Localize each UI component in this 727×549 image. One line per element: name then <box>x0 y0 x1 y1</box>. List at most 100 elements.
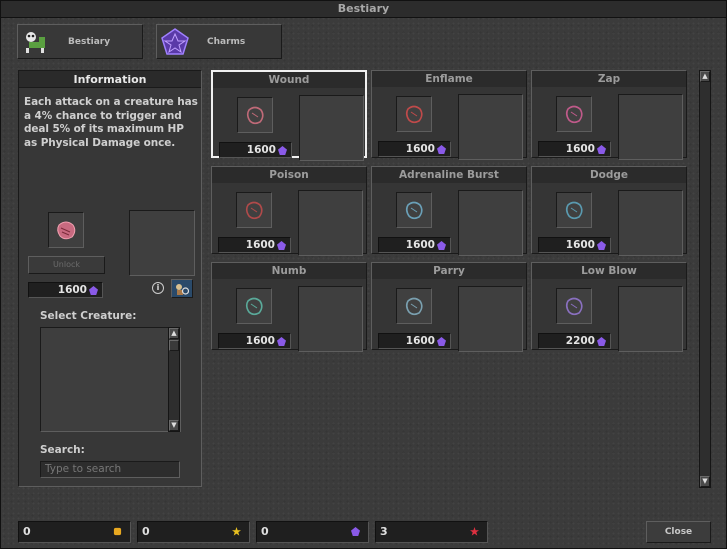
charm-card-zap[interactable]: Zap 1600 <box>531 70 687 160</box>
bestiary-tab-button[interactable]: Bestiary <box>17 24 143 59</box>
charm-point-icon <box>597 336 606 346</box>
enflame-charm-icon <box>405 105 423 124</box>
scroll-up-arrow-icon[interactable]: ▲ <box>169 328 179 339</box>
charm-card-low-blow[interactable]: Low Blow 2200 <box>531 262 687 352</box>
charms-tab-button[interactable]: Charms <box>156 24 282 59</box>
charm-creature-slot <box>458 190 523 256</box>
charm-price-value: 1600 <box>245 335 275 347</box>
creature-preview-slot <box>129 210 195 276</box>
close-button[interactable]: Close <box>646 521 711 543</box>
charm-card-wound[interactable]: Wound 1600 <box>211 70 367 161</box>
charms-grid: Wound 1600 Enflame 1600 Zap 1600 Poison 1600 Adr… <box>206 65 712 489</box>
charm-creature-slot <box>458 286 523 352</box>
charm-name: Adrenaline Burst <box>372 167 526 183</box>
star-icon <box>232 527 241 536</box>
charm-price: 1600 <box>378 333 451 349</box>
charm-price: 1600 <box>538 141 611 157</box>
search-label: Search: <box>40 444 85 456</box>
charm-icon-slot <box>556 288 592 324</box>
charm-icon-slot <box>236 288 272 324</box>
charm-icon-slot <box>236 192 272 228</box>
scroll-thumb[interactable] <box>169 340 179 351</box>
charm-price-value: 1600 <box>246 144 276 156</box>
gold-resource: 0 <box>18 521 131 543</box>
search-input[interactable]: Type to search <box>40 461 180 478</box>
charm-name: Low Blow <box>532 263 686 279</box>
numb-charm-icon <box>245 297 263 316</box>
charm-card-parry[interactable]: Parry 1600 <box>371 262 527 352</box>
charm-price: 1600 <box>538 237 611 253</box>
information-header: Information <box>19 71 201 88</box>
charm-creature-slot <box>618 286 683 352</box>
poison-charm-icon <box>245 201 263 220</box>
charm-icon-slot <box>237 97 273 133</box>
charm-price: 1600 <box>218 333 291 349</box>
charm-point-icon <box>351 527 360 536</box>
charm-price-value: 1600 <box>565 143 595 155</box>
creature-list[interactable] <box>40 327 181 432</box>
window-title: Bestiary <box>1 1 726 18</box>
charms-grid-scrollbar[interactable]: ▲ ▼ <box>699 70 711 488</box>
charm-card-numb[interactable]: Numb 1600 <box>211 262 367 352</box>
creature-filter-button[interactable] <box>171 279 193 298</box>
charm-price-value: 1600 <box>405 335 435 347</box>
charm-card-enflame[interactable]: Enflame 1600 <box>371 70 527 160</box>
charm-name: Poison <box>212 167 366 183</box>
charm-creature-slot <box>298 190 363 256</box>
charm-price-value: 1600 <box>405 143 435 155</box>
charm-price: 1600 <box>378 141 451 157</box>
creature-list-scrollbar[interactable]: ▲ ▼ <box>168 327 180 432</box>
adrenaline-burst-charm-icon <box>405 201 423 220</box>
red-star-resource: 3 <box>375 521 488 543</box>
unlock-button[interactable]: Unlock <box>28 256 105 274</box>
red-star-value: 3 <box>380 525 388 538</box>
charms-tab-label: Charms <box>207 36 246 47</box>
charm-price: 1600 <box>219 142 292 158</box>
charm-icon-slot <box>396 288 432 324</box>
charm-creature-slot <box>618 94 683 160</box>
low-blow-charm-icon <box>565 297 583 316</box>
scroll-down-arrow-icon[interactable]: ▼ <box>169 420 179 431</box>
charm-point-icon <box>277 336 286 346</box>
charm-point-icon <box>597 240 606 250</box>
charm-point-icon <box>437 240 446 250</box>
charm-name: Parry <box>372 263 526 279</box>
charm-price-value: 1600 <box>405 239 435 251</box>
charm-name: Enflame <box>372 71 526 87</box>
gold-value: 0 <box>23 525 31 538</box>
charm-icon-slot <box>396 96 432 132</box>
dodge-charm-icon <box>565 201 583 220</box>
charm-point-icon <box>597 144 606 154</box>
charm-price: 2200 <box>538 333 611 349</box>
charm-creature-slot <box>618 190 683 256</box>
zap-charm-icon <box>565 105 583 124</box>
grid-scroll-up-arrow-icon[interactable]: ▲ <box>700 71 710 82</box>
creature-filter-icon <box>176 283 190 295</box>
charm-price-value: 1600 <box>565 239 595 251</box>
grid-scroll-down-arrow-icon[interactable]: ▼ <box>700 476 710 487</box>
charm-price-value: 2200 <box>565 335 595 347</box>
charm-price-value: 1600 <box>245 239 275 251</box>
charm-icon-slot <box>396 192 432 228</box>
charm-point-icon <box>89 285 98 295</box>
gold-coin-icon <box>113 527 122 536</box>
charm-card-adrenaline-burst[interactable]: Adrenaline Burst 1600 <box>371 166 527 256</box>
charm-points-resource: 0 <box>256 521 369 543</box>
charm-points-value: 0 <box>261 525 269 538</box>
purple-pentagram-icon <box>157 25 193 58</box>
charm-point-icon <box>437 336 446 346</box>
charm-card-poison[interactable]: Poison 1600 <box>211 166 367 256</box>
information-panel: Information Each attack on a creature ha… <box>18 70 202 487</box>
wound-charm-icon <box>57 221 76 240</box>
charm-icon-slot <box>556 96 592 132</box>
skeleton-creature-icon <box>18 25 54 58</box>
charm-point-icon <box>277 240 286 250</box>
info-icon[interactable]: i <box>152 282 164 294</box>
star-value: 0 <box>142 525 150 538</box>
charm-creature-slot <box>299 95 364 161</box>
charm-name: Dodge <box>532 167 686 183</box>
info-price: 1600 <box>28 282 103 298</box>
charm-card-dodge[interactable]: Dodge 1600 <box>531 166 687 256</box>
select-creature-label: Select Creature: <box>40 310 137 322</box>
charm-name: Numb <box>212 263 366 279</box>
